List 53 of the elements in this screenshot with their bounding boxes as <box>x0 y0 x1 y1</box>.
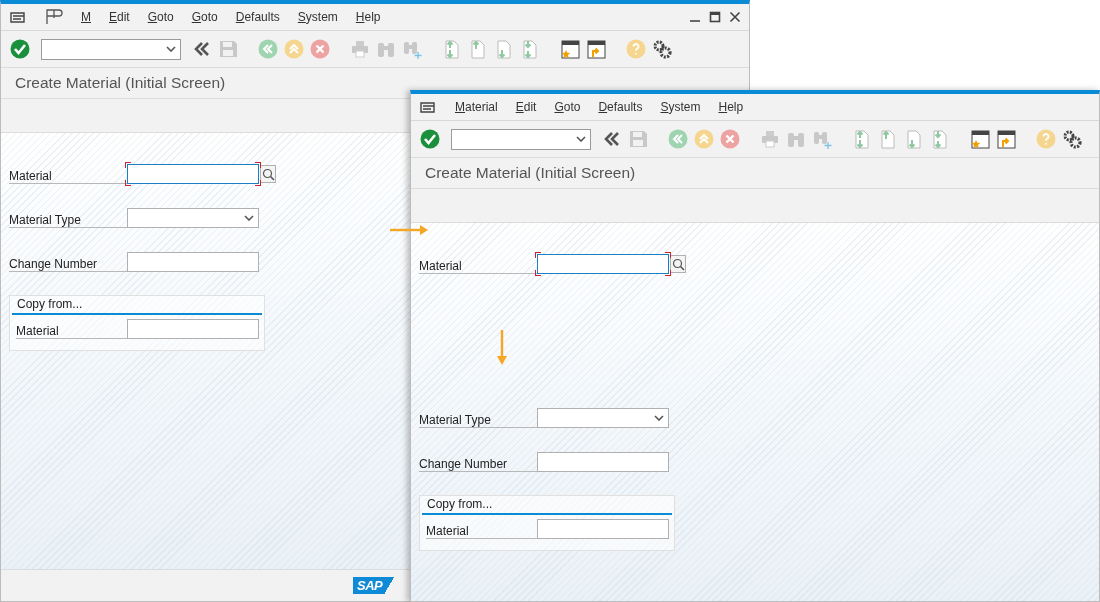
arrow-icon <box>496 330 508 366</box>
back-icon[interactable] <box>667 128 689 150</box>
search-icon <box>261 167 275 181</box>
settings-icon[interactable] <box>1061 128 1083 150</box>
maximize-icon[interactable] <box>709 11 721 23</box>
menu-item[interactable]: Goto <box>191 10 218 24</box>
layout-icon[interactable] <box>45 8 63 26</box>
print-icon[interactable] <box>759 128 781 150</box>
close-icon[interactable] <box>729 11 741 23</box>
menu-item[interactable]: Help <box>718 100 744 114</box>
back-icon[interactable] <box>257 38 279 60</box>
caret-icon <box>576 136 586 142</box>
input-field[interactable] <box>537 452 669 472</box>
menu-item[interactable]: System <box>660 100 701 114</box>
menu-icon[interactable] <box>419 99 437 115</box>
search-icon <box>671 257 685 271</box>
caret-icon <box>654 415 664 421</box>
menu-item[interactable]: Goto <box>554 100 581 114</box>
input-field[interactable] <box>537 254 669 274</box>
command-field[interactable] <box>41 38 181 60</box>
menu-item[interactable]: M <box>81 10 91 24</box>
menu-item[interactable]: Edit <box>515 100 537 114</box>
caret-icon <box>244 215 254 221</box>
menu-item[interactable]: Material <box>455 100 498 114</box>
ok-check-icon[interactable] <box>9 38 31 60</box>
settings-icon[interactable] <box>651 38 673 60</box>
menu-item[interactable]: Defaults <box>235 10 280 24</box>
up-icon[interactable] <box>283 38 305 60</box>
menu-item[interactable]: Edit <box>109 10 130 24</box>
dropdown-field[interactable] <box>127 208 259 228</box>
menu-icon[interactable] <box>9 9 27 25</box>
print-icon[interactable] <box>349 38 371 60</box>
cancel-icon[interactable] <box>719 128 741 150</box>
input-field[interactable] <box>127 319 259 339</box>
screen-title: Create Material (Initial Screen) <box>411 158 1099 189</box>
input-field[interactable] <box>127 252 259 272</box>
caret-icon <box>166 46 176 52</box>
ok-check-icon[interactable] <box>419 128 441 150</box>
up-icon[interactable] <box>693 128 715 150</box>
group-title: Copy from... <box>12 296 262 315</box>
command-field[interactable] <box>451 128 591 150</box>
menu-item[interactable]: System <box>297 10 338 24</box>
dropdown-field[interactable] <box>537 408 669 428</box>
search-button[interactable] <box>670 255 686 273</box>
input-field[interactable] <box>127 164 259 184</box>
menu-item[interactable]: Help <box>355 10 381 24</box>
menu-item[interactable]: Defaults <box>598 100 643 114</box>
search-button[interactable] <box>260 165 276 183</box>
group-title: Copy from... <box>422 496 672 515</box>
cancel-icon[interactable] <box>309 38 331 60</box>
menu-item[interactable]: Goto <box>147 10 174 24</box>
input-field[interactable] <box>537 519 669 539</box>
arrow-icon <box>390 224 428 236</box>
